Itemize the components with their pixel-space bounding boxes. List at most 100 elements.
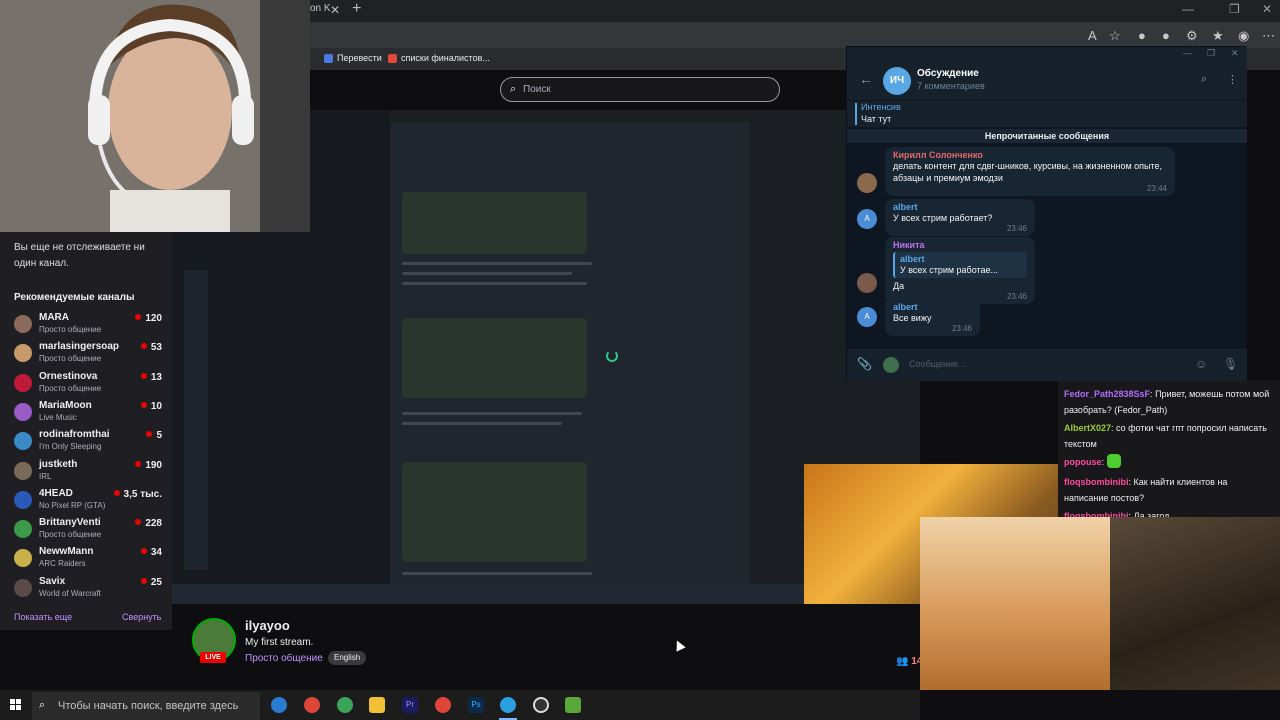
live-dot-icon — [140, 578, 147, 584]
chat-username[interactable]: popouse — [1064, 457, 1102, 467]
telegram-message[interactable]: Aalbert Все вижу 23:46 — [855, 299, 1245, 336]
obs-icon[interactable] — [533, 697, 549, 713]
message-author[interactable]: albert — [893, 302, 972, 312]
sidebar-channel-item[interactable]: Savix World of Warcraft 25 — [14, 576, 164, 604]
tab-close-icon[interactable]: ✕ — [330, 3, 340, 17]
collapse-button[interactable]: Свернуть — [122, 612, 161, 622]
telegram-message[interactable]: Никита albert У всех стрим работае... Да 23:… — [855, 237, 1245, 304]
taskbar-search-input[interactable]: ⌕ Чтобы начать поиск, введите здесь — [32, 692, 260, 720]
pinned-message[interactable]: Интенсив Чат тут — [847, 101, 1247, 127]
message-avatar[interactable]: A — [857, 209, 877, 229]
maximize-icon[interactable]: ❐ — [1229, 2, 1240, 16]
chat-avatar[interactable]: ИЧ — [883, 67, 911, 95]
chrome-icon[interactable] — [435, 697, 451, 713]
reply-quote[interactable]: albert У всех стрим работае... — [893, 252, 1027, 278]
favorites-icon[interactable]: ★ — [1212, 28, 1224, 44]
sidebar-channel-item[interactable]: NewwMann ARC Raiders 34 — [14, 546, 164, 574]
message-input[interactable]: Сообщение... — [909, 359, 965, 369]
edge-icon[interactable] — [271, 697, 287, 713]
message-time: 23:44 — [1146, 184, 1167, 193]
sidebar-channel-item[interactable]: MariaMoon Live Music 10 — [14, 400, 164, 428]
message-author[interactable]: albert — [893, 202, 1027, 212]
sidebar-channel-item[interactable]: Ornestinova Просто общение 13 — [14, 371, 164, 399]
sidebar-channel-item[interactable]: marlasingersoap Просто общение 53 — [14, 341, 164, 369]
photoshop-icon[interactable]: Ps — [468, 697, 484, 713]
attach-icon[interactable]: 📎 — [857, 357, 872, 371]
minimize-icon[interactable]: — — [1182, 2, 1194, 16]
channel-viewers: 5 — [146, 430, 162, 441]
live-badge: LIVE — [200, 652, 226, 663]
channel-avatar — [14, 315, 32, 333]
chrome-icon[interactable] — [337, 697, 353, 713]
sidebar-channel-item[interactable]: MARA Просто общение 120 — [14, 312, 164, 340]
read-aloud-icon[interactable]: A — [1088, 28, 1097, 43]
close-icon[interactable]: ✕ — [1231, 48, 1239, 59]
live-dot-icon — [146, 431, 153, 437]
send-as-avatar[interactable] — [883, 357, 899, 373]
search-input[interactable]: ⌕ Поиск — [500, 77, 780, 102]
address-bar[interactable] — [310, 22, 1280, 48]
quote-author: albert — [900, 254, 925, 264]
minimize-icon[interactable]: — — [1183, 48, 1192, 58]
stream-chat: Fedor_Path2838SsF: Привет, можешь потом … — [1058, 380, 1280, 517]
stream-category-link[interactable]: Просто общение — [245, 653, 323, 664]
emoji-icon[interactable]: ☺ — [1195, 357, 1207, 371]
back-arrow-icon[interactable]: ← — [859, 71, 873, 87]
sidebar-channel-item[interactable]: rodinafromthai I'm Only Sleeping 5 — [14, 429, 164, 457]
telegram-titlebar: — ❐ ✕ — [847, 47, 1247, 63]
bookmark-favicon-icon — [388, 53, 397, 63]
viewer-count-value: 13 — [150, 372, 162, 383]
game-cam-right — [1110, 517, 1280, 690]
maximize-icon[interactable]: ❐ — [1207, 48, 1215, 59]
favorite-star-icon[interactable]: ☆ — [1109, 28, 1121, 44]
chat-username[interactable]: Fedor_Path2838SsF — [1064, 389, 1150, 399]
chat-username[interactable]: AlbertX027 — [1064, 423, 1111, 433]
streamer-name[interactable]: ilyayoo — [245, 618, 290, 633]
search-icon[interactable]: ⌕ — [1201, 73, 1207, 86]
channel-name: rodinafromthai — [39, 429, 110, 440]
chat-username[interactable]: floqsbombinibi — [1064, 477, 1129, 487]
bookmark-finalists[interactable]: списки финалистов... — [388, 53, 490, 63]
chat-message: popouse: — [1064, 454, 1274, 470]
channel-name: NewwMann — [39, 546, 94, 557]
telegram-message[interactable]: Кирилл Солонченко делать контент для сдвг… — [855, 147, 1245, 196]
browser-tab-title[interactable]: on K — [310, 3, 331, 14]
new-tab-icon[interactable]: + — [352, 0, 361, 18]
close-window-icon[interactable]: ✕ — [1262, 2, 1272, 16]
telegram-icon[interactable] — [500, 697, 516, 713]
channel-viewers: 228 — [135, 518, 162, 529]
sidebar-channel-item[interactable]: justketh IRL 190 — [14, 459, 164, 487]
extension-icon[interactable]: ● — [1162, 28, 1170, 43]
message-avatar[interactable] — [857, 173, 877, 193]
message-avatar[interactable] — [857, 273, 877, 293]
bookmark-translate[interactable]: Перевести — [324, 53, 382, 63]
viewer-count: 👥 14 — [896, 656, 922, 667]
search-placeholder: Поиск — [523, 84, 551, 95]
premiere-icon[interactable]: Pr — [402, 697, 418, 713]
show-more-button[interactable]: Показать еще — [14, 612, 72, 622]
message-bubble: albert Все вижу 23:46 — [885, 299, 980, 336]
more-vertical-icon[interactable]: ⋮ — [1227, 73, 1238, 86]
telegram-window: — ❐ ✕ ← ИЧ Обсуждение 7 комментариев ⌕ ⋮… — [846, 46, 1247, 381]
channel-category: No Pixel RP (GTA) — [39, 501, 106, 510]
message-author[interactable]: Никита — [893, 240, 1027, 250]
microphone-icon[interactable]: 🎙 — [1223, 357, 1238, 371]
menu-icon[interactable]: ⋯ — [1262, 28, 1275, 44]
sidebar-channel-item[interactable]: 4HEAD No Pixel RP (GTA) 3,5 тыс. — [14, 488, 164, 516]
extensions-puzzle-icon[interactable]: ⚙ — [1186, 28, 1198, 44]
message-avatar[interactable]: A — [857, 307, 877, 327]
message-author[interactable]: Кирилл Солонченко — [893, 150, 1167, 160]
sidebar-channel-item[interactable]: BrittanyVenti Просто общение 228 — [14, 517, 164, 545]
extension-icon[interactable]: ● — [1138, 28, 1146, 43]
chat-message: Fedor_Path2838SsF: Привет, можешь потом … — [1064, 389, 1270, 415]
stream-tag[interactable]: English — [328, 651, 367, 665]
channel-viewers: 25 — [140, 577, 162, 588]
channel-avatar — [14, 491, 32, 509]
profile-avatar[interactable]: ◉ — [1238, 28, 1249, 44]
file-explorer-icon[interactable] — [369, 697, 385, 713]
telegram-message[interactable]: Aalbert У всех стрим работает? 23:46 — [855, 199, 1245, 236]
minecraft-icon[interactable] — [565, 697, 581, 713]
chrome-icon[interactable] — [304, 697, 320, 713]
pinned-title: Интенсив — [861, 102, 901, 112]
windows-start-icon[interactable] — [10, 699, 22, 711]
